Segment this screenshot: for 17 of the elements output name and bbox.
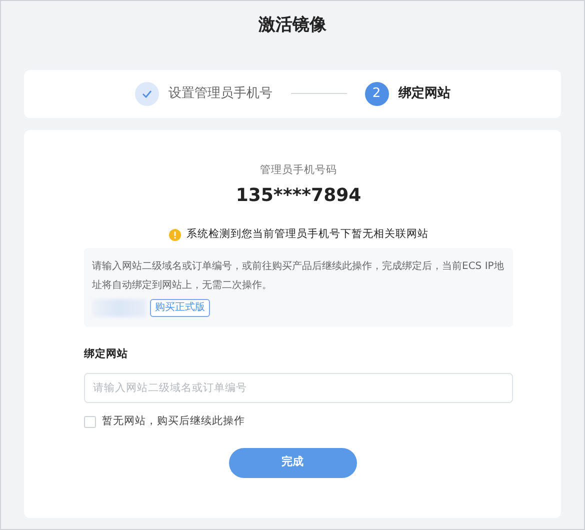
checkbox[interactable] [84, 416, 96, 428]
check-icon [134, 82, 158, 106]
checkbox-label: 暂无网站，购买后继续此操作 [102, 414, 245, 429]
field-label: 绑定网站 [84, 347, 129, 362]
phone-number: 135****7894 [234, 184, 362, 208]
warning-text: 系统检测到您当前管理员手机号下暂无相关联网站 [186, 227, 428, 242]
input-field[interactable]: 请输入网站二级域名或订单编号 [84, 372, 513, 403]
blurred-area [92, 299, 146, 317]
buy-button[interactable]: 购买正式版 [150, 299, 210, 317]
step-number: 2 [364, 82, 388, 106]
warning-icon [168, 229, 180, 242]
step-label: 绑定网站 [398, 84, 450, 103]
page-title: 激活镜像 [258, 14, 328, 37]
step-label: 设置管理员手机号 [168, 84, 272, 103]
phone-label: 管理员手机号码 [259, 162, 338, 178]
info-text: 请输入网站二级域名或订单编号，或前往购买产品后继续此操作，完成绑定后，当前ECS IP地址将自动绑定到网站上，无需二次操作。 [92, 260, 505, 293]
submit-button[interactable]: 完成 [228, 448, 356, 478]
